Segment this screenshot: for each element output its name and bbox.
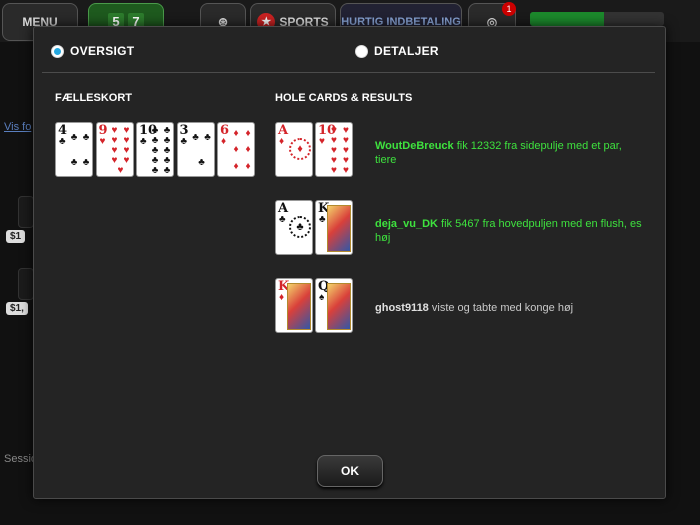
seat-avatar [18, 268, 34, 300]
face-card-portrait-icon [327, 283, 351, 330]
result-description: viste og tabte med konge høj [428, 302, 574, 314]
card-suit-icon: ♥ [319, 136, 325, 147]
player-name[interactable]: WoutDeBreuck [375, 140, 454, 152]
playing-card: 4 ♣ ♣ ♣ ♣ ♣ [55, 122, 93, 177]
progress-bar [530, 12, 664, 26]
card-pips: ♣ ♣ ♣ ♣ ♣ ♣ ♣ ♣ ♣ ♣ [151, 125, 171, 176]
hand-summary-dialog: OVERSIGT DETALJER FÆLLESKORT HOLE CARDS … [33, 26, 666, 499]
notification-badge: 1 [502, 2, 516, 16]
player-name[interactable]: ghost9118 [375, 302, 429, 314]
result-text: WoutDeBreuck fik 12332 fra sidepulje med… [375, 139, 645, 167]
radio-selected-icon[interactable] [51, 44, 64, 58]
dialog-tabs: OVERSIGT DETALJER [34, 27, 665, 73]
card-suit-icon: ♦ [279, 292, 285, 303]
result-text: ghost9118 viste og tabte med konge høj [375, 301, 645, 315]
card-pips: ♥ ♥ ♥ ♥ ♥ ♥ ♥ ♥ ♥ [111, 125, 130, 176]
face-card-portrait-icon [287, 283, 311, 330]
face-card-portrait-icon [327, 205, 351, 252]
card-suit-icon: ♣ [180, 136, 188, 147]
playing-card: K ♣ [315, 200, 353, 255]
player-name[interactable]: deja_vu_DK [375, 218, 438, 230]
playing-card: 10 ♣ ♣ ♣ ♣ ♣ ♣ ♣ ♣ ♣ ♣ ♣ [136, 122, 174, 177]
playing-card: A ♦ ♦ [275, 122, 313, 177]
ok-button[interactable]: OK [317, 455, 383, 487]
stack-label: $1, [6, 302, 28, 315]
card-suit-icon: ♣ [279, 214, 286, 225]
card-pips: ♦ ♦ ♦ ♦ ♦ ♦ [233, 128, 251, 172]
card-suit-icon: ♥ [99, 136, 106, 147]
card-suit-icon: ♣ [59, 136, 66, 147]
tab-details[interactable]: DETALJER [355, 44, 439, 58]
show-link[interactable]: Vis fo [4, 121, 31, 133]
playing-card: 10 ♥ ♥ ♥ ♥ ♥ ♥ ♥ ♥ ♥ ♥ ♥ [315, 122, 353, 177]
playing-card: 6 ♦ ♦ ♦ ♦ ♦ ♦ ♦ [217, 122, 255, 177]
card-suit-icon: ♦ [221, 136, 227, 147]
stack-label: $1 [6, 230, 26, 243]
card-pips: ♣ ♣ ♣ ♣ [70, 132, 90, 168]
card-pips: ♥ ♥ ♥ ♥ ♥ ♥ ♥ ♥ ♥ ♥ [331, 125, 349, 176]
divider [42, 72, 655, 73]
playing-card: A ♣ ♣ [275, 200, 313, 255]
poker-table-screen: MENU 5 7 ⊛ ★ SPORTS HURTIG INDBETALING ◎… [0, 0, 700, 525]
playing-card: Q ♠ [315, 278, 353, 333]
playing-card: 9 ♥ ♥ ♥ ♥ ♥ ♥ ♥ ♥ ♥ ♥ [95, 122, 134, 177]
result-text: deja_vu_DK fik 5467 fra hovedpuljen med … [375, 217, 645, 245]
tab-overview[interactable]: OVERSIGT [51, 44, 134, 58]
tab-details-label: DETALJER [374, 44, 439, 58]
seat-avatar [18, 196, 34, 228]
playing-card: K ♦ [275, 278, 313, 333]
card-pips: ♣ ♣ ♣ [192, 132, 211, 168]
ace-emblem-icon: ♣ [289, 216, 311, 238]
card-suit-icon: ♦ [279, 136, 285, 147]
card-suit-icon: ♣ [319, 214, 326, 225]
radio-unselected-icon[interactable] [355, 44, 368, 58]
progress-bar-fill [530, 12, 604, 26]
tab-overview-label: OVERSIGT [70, 44, 135, 58]
community-cards-title: FÆLLESKORT [55, 92, 132, 104]
hole-cards-title: HOLE CARDS & RESULTS [275, 92, 413, 104]
card-suit-icon: ♠ [319, 292, 325, 303]
playing-card: 3 ♣ ♣ ♣ ♣ [176, 122, 215, 177]
card-suit-icon: ♣ [140, 136, 147, 147]
ace-emblem-icon: ♦ [289, 138, 311, 160]
